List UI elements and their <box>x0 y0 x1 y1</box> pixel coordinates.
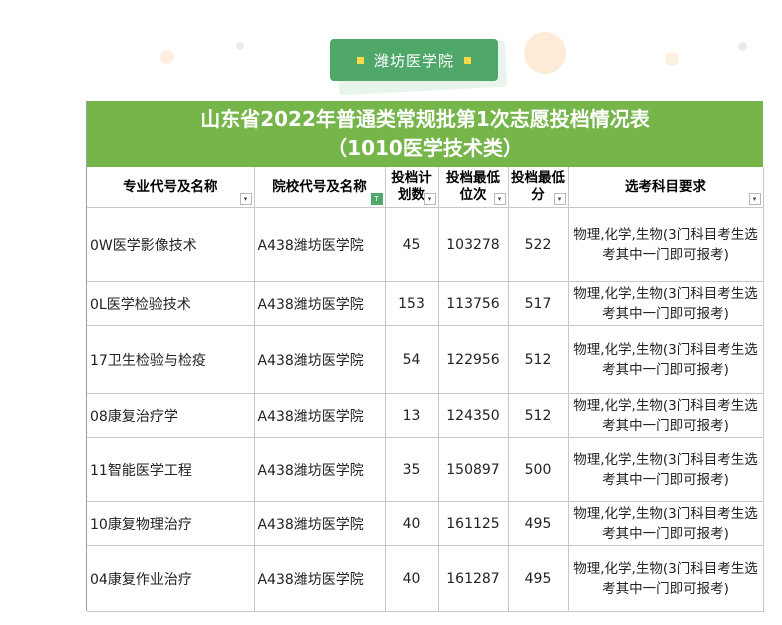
cell-school[interactable]: A438潍坊医学院 <box>254 501 386 546</box>
header-major: 专业代号及名称 ▾ <box>87 167 255 208</box>
cell-school[interactable]: A438潍坊医学院 <box>254 545 386 612</box>
decor-dot <box>738 42 747 51</box>
table-row: 10康复物理治疗 A438潍坊医学院 40 161125 495 物理,化学,生物(3门科… <box>87 501 764 546</box>
cell-min-score[interactable]: 517 <box>508 281 569 326</box>
header-school: 院校代号及名称 T <box>254 167 386 208</box>
cell-plan[interactable]: 153 <box>385 281 439 326</box>
filter-dropdown-icon[interactable]: ▾ <box>553 193 566 205</box>
school-tag-label: 潍坊医学院 <box>373 51 454 70</box>
school-tag: 潍坊医学院 <box>330 39 498 81</box>
decor-dot <box>665 52 679 66</box>
cell-major[interactable]: 04康复作业治疗 <box>87 545 255 612</box>
table-title-line2: （1010医学技术类） <box>327 136 523 160</box>
tag-marker-right <box>464 56 471 64</box>
cell-plan[interactable]: 54 <box>385 325 439 394</box>
filter-dropdown-icon[interactable]: ▾ <box>748 193 761 205</box>
tag-marker-left <box>356 56 364 64</box>
cell-min-score[interactable]: 500 <box>508 437 569 502</box>
table-row: 11智能医学工程 A438潍坊医学院 35 150897 500 物理,化学,生物(3门科… <box>87 437 764 502</box>
cell-plan[interactable]: 40 <box>385 501 439 546</box>
table-row: 08康复治疗学 A438潍坊医学院 13 124350 512 物理,化学,生物(3门科目… <box>87 393 764 438</box>
admission-table: 专业代号及名称 ▾ 院校代号及名称 T 投档计划数 ▾ 投档最低位次 ▾ 投档最低分 ▾ … <box>87 167 764 612</box>
header-subject-req: 选考科目要求 ▾ <box>568 167 764 208</box>
header-row: 专业代号及名称 ▾ 院校代号及名称 T 投档计划数 ▾ 投档最低位次 ▾ 投档最低分 ▾ … <box>87 167 764 208</box>
cell-major[interactable]: 0L医学检验技术 <box>87 281 255 326</box>
admission-table-sheet: 山东省2022年普通类常规批第1次志愿投档情况表 （1010医学技术类） 专业代… <box>86 101 764 612</box>
cell-subject-req[interactable]: 物理,化学,生物(3门科目考生选考其中一门即可报考) <box>568 207 764 282</box>
header-plan: 投档计划数 ▾ <box>385 167 439 208</box>
cell-min-rank[interactable]: 150897 <box>438 437 509 502</box>
cell-subject-req[interactable]: 物理,化学,生物(3门科目考生选考其中一门即可报考) <box>568 281 764 326</box>
cell-min-score[interactable]: 495 <box>508 501 569 546</box>
cell-min-score[interactable]: 522 <box>508 207 569 282</box>
cell-subject-req[interactable]: 物理,化学,生物(3门科目考生选考其中一门即可报考) <box>568 437 764 502</box>
cell-subject-req[interactable]: 物理,化学,生物(3门科目考生选考其中一门即可报考) <box>568 545 764 612</box>
cell-plan[interactable]: 45 <box>385 207 439 282</box>
cell-subject-req[interactable]: 物理,化学,生物(3门科目考生选考其中一门即可报考) <box>568 393 764 438</box>
table-row: 0W医学影像技术 A438潍坊医学院 45 103278 522 物理,化学,生物(3门科… <box>87 207 764 282</box>
cell-plan[interactable]: 35 <box>385 437 439 502</box>
header-min-score: 投档最低分 ▾ <box>508 167 569 208</box>
filter-dropdown-icon[interactable]: ▾ <box>423 193 436 205</box>
cell-min-rank[interactable]: 161287 <box>438 545 509 612</box>
filter-dropdown-icon[interactable]: ▾ <box>239 193 252 205</box>
cell-min-rank[interactable]: 113756 <box>438 281 509 326</box>
decor-dot <box>236 42 244 50</box>
cell-major[interactable]: 0W医学影像技术 <box>87 207 255 282</box>
header-min-rank: 投档最低位次 ▾ <box>438 167 509 208</box>
cell-major[interactable]: 08康复治疗学 <box>87 393 255 438</box>
table-row: 04康复作业治疗 A438潍坊医学院 40 161287 495 物理,化学,生物(3门科… <box>87 545 764 612</box>
cell-school[interactable]: A438潍坊医学院 <box>254 281 386 326</box>
cell-major[interactable]: 10康复物理治疗 <box>87 501 255 546</box>
cell-subject-req[interactable]: 物理,化学,生物(3门科目考生选考其中一门即可报考) <box>568 501 764 546</box>
decor-dot <box>160 50 174 64</box>
cell-min-rank[interactable]: 124350 <box>438 393 509 438</box>
cell-min-score[interactable]: 495 <box>508 545 569 612</box>
table-row: 17卫生检验与检疫 A438潍坊医学院 54 122956 512 物理,化学,生物(3门… <box>87 325 764 394</box>
decor-dot <box>524 32 566 74</box>
cell-major[interactable]: 11智能医学工程 <box>87 437 255 502</box>
cell-plan[interactable]: 40 <box>385 545 439 612</box>
cell-min-rank[interactable]: 103278 <box>438 207 509 282</box>
cell-school[interactable]: A438潍坊医学院 <box>254 207 386 282</box>
filter-dropdown-icon[interactable]: ▾ <box>493 193 506 205</box>
cell-min-score[interactable]: 512 <box>508 393 569 438</box>
cell-major[interactable]: 17卫生检验与检疫 <box>87 325 255 394</box>
cell-plan[interactable]: 13 <box>385 393 439 438</box>
cell-min-rank[interactable]: 122956 <box>438 325 509 394</box>
filter-active-icon[interactable]: T <box>370 193 383 205</box>
cell-school[interactable]: A438潍坊医学院 <box>254 325 386 394</box>
cell-school[interactable]: A438潍坊医学院 <box>254 437 386 502</box>
cell-min-score[interactable]: 512 <box>508 325 569 394</box>
table-title-line1: 山东省2022年普通类常规批第1次志愿投档情况表 <box>200 107 650 131</box>
cell-school[interactable]: A438潍坊医学院 <box>254 393 386 438</box>
cell-min-rank[interactable]: 161125 <box>438 501 509 546</box>
table-row: 0L医学检验技术 A438潍坊医学院 153 113756 517 物理,化学,生物(3门… <box>87 281 764 326</box>
table-title: 山东省2022年普通类常规批第1次志愿投档情况表 （1010医学技术类） <box>87 101 763 167</box>
cell-subject-req[interactable]: 物理,化学,生物(3门科目考生选考其中一门即可报考) <box>568 325 764 394</box>
